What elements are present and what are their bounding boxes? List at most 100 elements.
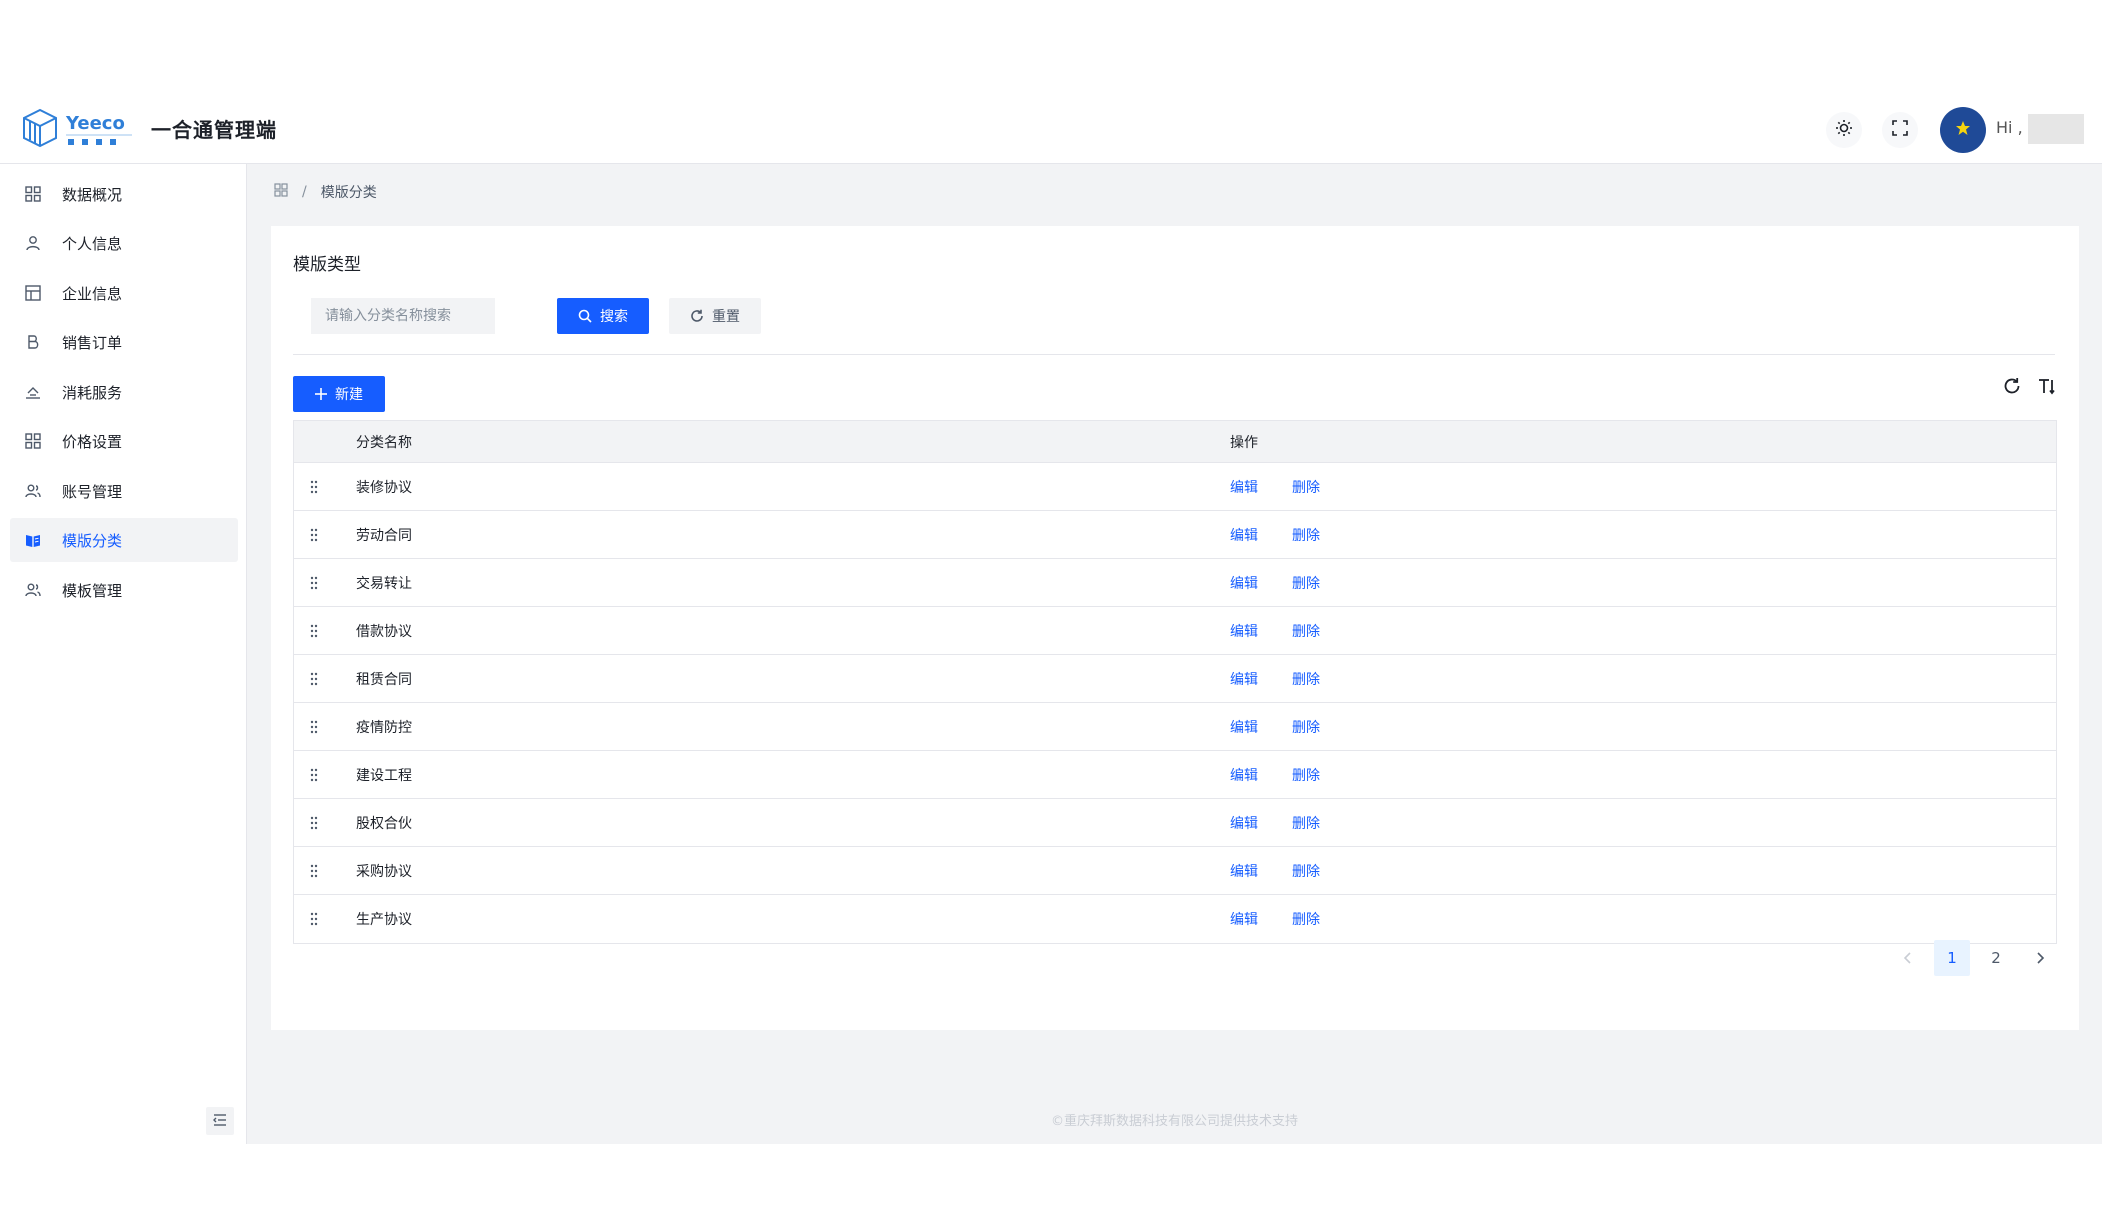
drag-handle[interactable]	[294, 559, 334, 606]
search-button-label: 搜索	[600, 309, 628, 325]
user-icon	[22, 232, 44, 254]
drag-handle-icon	[310, 816, 318, 830]
delete-link[interactable]: 删除	[1292, 717, 1320, 737]
user-group-icon	[22, 480, 44, 502]
edit-link[interactable]: 编辑	[1230, 765, 1258, 785]
refresh-icon	[690, 309, 704, 323]
sidebar-item-label: 消耗服务	[62, 383, 123, 402]
user-avatar[interactable]	[1940, 107, 1986, 153]
category-table: 分类名称 操作 装修协议 编辑 删除 劳动合同 编辑 删除 交易转让 编辑 删除 借款协议 编辑 删除…	[293, 420, 2057, 944]
fullscreen-icon	[1891, 119, 1909, 141]
fullscreen-button[interactable]	[1882, 112, 1918, 148]
delete-link[interactable]: 删除	[1292, 669, 1320, 689]
delete-link[interactable]: 删除	[1292, 861, 1320, 881]
yeeco-logo[interactable]: Yeeco	[20, 106, 138, 152]
row-actions: 编辑 删除	[1230, 669, 2056, 689]
row-actions: 编辑 删除	[1230, 813, 2056, 833]
search-input[interactable]	[311, 298, 495, 334]
drag-handle-icon	[310, 480, 318, 494]
content-card: 模版类型 搜索 重置 新建	[271, 226, 2079, 1030]
sidebar-item-consumption[interactable]: 消耗服务	[10, 370, 238, 414]
next-page-button[interactable]	[2022, 940, 2058, 976]
row-actions: 编辑 删除	[1230, 861, 2056, 881]
sidebar-item-company[interactable]: 企业信息	[10, 271, 238, 315]
density-button[interactable]	[2035, 374, 2059, 398]
drag-handle-icon	[310, 528, 318, 542]
sidebar-item-label: 企业信息	[62, 284, 123, 303]
edit-link[interactable]: 编辑	[1230, 525, 1258, 545]
chevron-right-icon	[2035, 952, 2045, 964]
delete-link[interactable]: 删除	[1292, 909, 1320, 929]
category-name: 建设工程	[356, 767, 412, 784]
table-row: 疫情防控 编辑 删除	[294, 703, 2056, 751]
breadcrumb: / 模版分类	[274, 182, 377, 202]
book-icon	[22, 529, 44, 551]
delete-link[interactable]: 删除	[1292, 477, 1320, 497]
edit-link[interactable]: 编辑	[1230, 717, 1258, 737]
edit-link[interactable]: 编辑	[1230, 813, 1258, 833]
sidebar-item-accounts[interactable]: 账号管理	[10, 469, 238, 513]
refresh-icon	[2003, 377, 2021, 395]
page-1-button[interactable]: 1	[1934, 940, 1970, 976]
edit-link[interactable]: 编辑	[1230, 861, 1258, 881]
user-greeting[interactable]: Hi ,	[1996, 118, 2023, 137]
category-name: 装修协议	[356, 479, 412, 496]
edit-link[interactable]: 编辑	[1230, 909, 1258, 929]
sidebar-collapse-button[interactable]	[206, 1107, 234, 1135]
page-2-button[interactable]: 2	[1978, 940, 2014, 976]
category-name: 股权合伙	[356, 815, 412, 832]
drag-handle[interactable]	[294, 511, 334, 558]
sidebar-item-label: 数据概况	[62, 185, 123, 204]
delete-link[interactable]: 删除	[1292, 525, 1320, 545]
delete-link[interactable]: 删除	[1292, 621, 1320, 641]
grid-icon	[22, 183, 44, 205]
delete-link[interactable]: 删除	[1292, 813, 1320, 833]
table-row: 装修协议 编辑 删除	[294, 463, 2056, 511]
sidebar-item-dashboard[interactable]: 数据概况	[10, 172, 238, 216]
apps-icon[interactable]	[274, 183, 288, 201]
text-size-icon	[2038, 377, 2056, 395]
sidebar-item-pricing[interactable]: 价格设置	[10, 419, 238, 463]
breadcrumb-current: 模版分类	[320, 185, 377, 201]
drag-handle[interactable]	[294, 799, 334, 846]
service-icon	[22, 381, 44, 403]
search-button[interactable]: 搜索	[557, 298, 649, 334]
edit-link[interactable]: 编辑	[1230, 621, 1258, 641]
sidebar-item-profile[interactable]: 个人信息	[10, 221, 238, 265]
delete-link[interactable]: 删除	[1292, 573, 1320, 593]
edit-link[interactable]: 编辑	[1230, 669, 1258, 689]
drag-handle[interactable]	[294, 607, 334, 654]
search-icon	[578, 309, 592, 323]
sidebar-item-template-category[interactable]: 模版分类	[10, 518, 238, 562]
reset-button-label: 重置	[712, 309, 740, 325]
drag-handle[interactable]	[294, 847, 334, 894]
drag-handle-icon	[310, 912, 318, 926]
table-body: 装修协议 编辑 删除 劳动合同 编辑 删除 交易转让 编辑 删除 借款协议 编辑 删除 租赁合同 编辑 删除…	[294, 463, 2056, 943]
edit-link[interactable]: 编辑	[1230, 573, 1258, 593]
row-actions: 编辑 删除	[1230, 525, 2056, 545]
new-button[interactable]: 新建	[293, 376, 385, 412]
drag-handle[interactable]	[294, 655, 334, 702]
sidebar-item-sales-orders[interactable]: 销售订单	[10, 320, 238, 364]
drag-handle-icon	[310, 768, 318, 782]
refresh-table-button[interactable]	[2000, 374, 2024, 398]
reset-button[interactable]: 重置	[669, 298, 761, 334]
drag-handle[interactable]	[294, 751, 334, 798]
category-name: 生产协议	[356, 912, 412, 928]
delete-link[interactable]: 删除	[1292, 765, 1320, 785]
drag-handle[interactable]	[294, 703, 334, 750]
drag-handle[interactable]	[294, 463, 334, 510]
theme-toggle-button[interactable]	[1826, 112, 1862, 148]
category-name: 疫情防控	[356, 719, 412, 736]
row-actions: 编辑 删除	[1230, 717, 2056, 737]
table-row: 生产协议 编辑 删除	[294, 895, 2056, 943]
drag-handle[interactable]	[294, 895, 334, 943]
table-row: 采购协议 编辑 删除	[294, 847, 2056, 895]
column-header-name: 分类名称	[356, 434, 412, 451]
sidebar-item-template-management[interactable]: 模板管理	[10, 568, 238, 612]
edit-link[interactable]: 编辑	[1230, 477, 1258, 497]
sidebar-item-label: 账号管理	[62, 482, 123, 501]
sun-icon	[1835, 119, 1853, 141]
drag-handle-icon	[310, 720, 318, 734]
prev-page-button[interactable]	[1890, 940, 1926, 976]
